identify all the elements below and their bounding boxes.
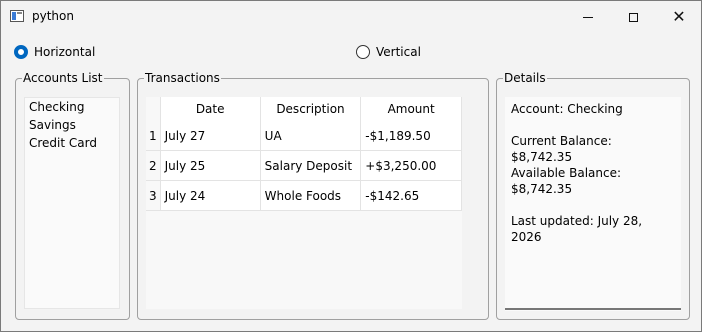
- cell-description[interactable]: UA: [260, 121, 362, 151]
- list-item[interactable]: Credit Card: [25, 134, 119, 152]
- close-button[interactable]: ✕: [656, 1, 702, 33]
- list-item[interactable]: Savings: [25, 116, 119, 134]
- minimize-button[interactable]: [565, 1, 611, 33]
- column-header-description[interactable]: Description: [260, 97, 362, 121]
- radio-unchecked-icon: [356, 45, 370, 59]
- maximize-button[interactable]: [610, 1, 656, 33]
- row-header[interactable]: 2: [146, 150, 161, 181]
- app-window: python ✕ Horizontal Vertical Accounts Li…: [0, 0, 702, 332]
- cell-description[interactable]: Whole Foods: [260, 180, 362, 211]
- table-row[interactable]: 2 July 25 Salary Deposit +$3,250.00: [146, 150, 462, 181]
- transactions-groupbox: Transactions Date Description Amount 1 J…: [137, 71, 489, 320]
- row-header[interactable]: 3: [146, 180, 161, 211]
- minimize-icon: [583, 16, 593, 18]
- accounts-groupbox: Accounts List Checking Savings Credit Ca…: [15, 71, 130, 320]
- details-account: Account: Checking: [511, 102, 623, 116]
- cell-amount[interactable]: -$142.65: [360, 180, 462, 211]
- app-icon: [10, 10, 24, 22]
- cell-amount[interactable]: -$1,189.50: [360, 121, 462, 151]
- cell-date[interactable]: July 25: [160, 150, 261, 181]
- vertical-radio-label: Vertical: [376, 45, 421, 59]
- maximize-icon: [628, 12, 638, 22]
- cell-amount[interactable]: +$3,250.00: [360, 150, 462, 181]
- cell-description[interactable]: Salary Deposit: [260, 150, 362, 181]
- table-corner[interactable]: [146, 97, 161, 121]
- details-last-updated: Last updated: July 28, 2026: [511, 214, 643, 244]
- window-title: python: [32, 9, 74, 23]
- accounts-list[interactable]: Checking Savings Credit Card: [24, 97, 120, 309]
- title-bar[interactable]: python ✕: [1, 1, 701, 33]
- close-icon: ✕: [672, 7, 686, 26]
- details-current-balance: Current Balance: $8,742.35: [511, 134, 612, 164]
- details-text[interactable]: Account: Checking Current Balance: $8,74…: [505, 97, 681, 311]
- table-row[interactable]: 1 July 27 UA -$1,189.50: [146, 121, 462, 151]
- table-row[interactable]: 3 July 24 Whole Foods -$142.65: [146, 180, 462, 211]
- column-header-amount[interactable]: Amount: [360, 97, 462, 121]
- transactions-table[interactable]: Date Description Amount 1 July 27 UA -$1…: [146, 97, 462, 309]
- details-group-title: Details: [503, 71, 547, 85]
- horizontal-radio-label: Horizontal: [34, 45, 96, 59]
- row-header[interactable]: 1: [146, 121, 161, 151]
- details-available-balance: Available Balance: $8,742.35: [511, 166, 622, 196]
- cell-date[interactable]: July 27: [160, 121, 261, 151]
- radio-checked-icon: [14, 45, 28, 59]
- horizontal-radio[interactable]: Horizontal: [14, 45, 95, 59]
- table-header-row: Date Description Amount: [146, 97, 462, 121]
- vertical-radio[interactable]: Vertical: [356, 45, 421, 59]
- cell-date[interactable]: July 24: [160, 180, 261, 211]
- list-item[interactable]: Checking: [25, 98, 119, 116]
- transactions-group-title: Transactions: [144, 71, 221, 85]
- details-groupbox: Details Account: Checking Current Balanc…: [496, 71, 690, 320]
- accounts-group-title: Accounts List: [22, 71, 104, 85]
- column-header-date[interactable]: Date: [160, 97, 261, 121]
- details-scroll-edge: [505, 308, 681, 310]
